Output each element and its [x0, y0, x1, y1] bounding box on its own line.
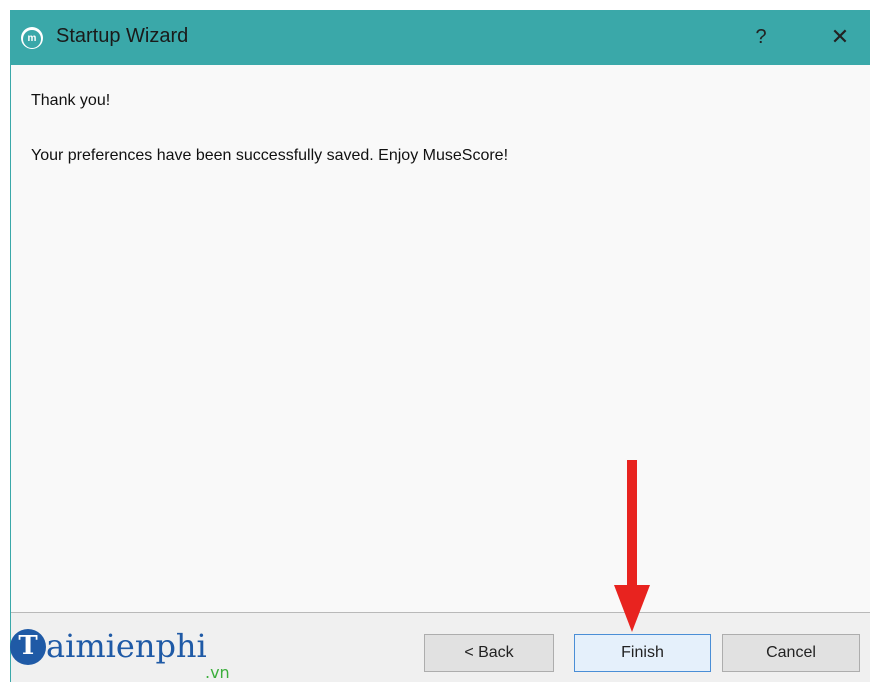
watermark-suffix: .vn	[205, 663, 230, 682]
wizard-content: Thank you! Your preferences have been su…	[11, 65, 870, 612]
arrow-down-icon	[614, 460, 650, 632]
musescore-icon: m	[21, 27, 43, 49]
help-icon[interactable]: ?	[746, 21, 776, 53]
finish-button[interactable]: Finish	[574, 634, 711, 672]
success-message: Your preferences have been successfully …	[31, 147, 509, 164]
window-title: Startup Wizard	[56, 25, 189, 47]
back-button[interactable]: < Back	[424, 634, 554, 672]
title-bar[interactable]: m Startup Wizard ? ✕	[11, 10, 870, 65]
watermark-text: aimienphi	[46, 627, 207, 665]
cancel-button[interactable]: Cancel	[722, 634, 860, 672]
page-heading: Thank you!	[31, 92, 111, 109]
startup-wizard-window: m Startup Wizard ? ✕ Thank you! Your pre…	[10, 10, 870, 682]
watermark-badge: T	[10, 629, 46, 665]
watermark-logo: T aimienphi .vn	[10, 625, 250, 682]
close-icon[interactable]: ✕	[823, 21, 857, 53]
